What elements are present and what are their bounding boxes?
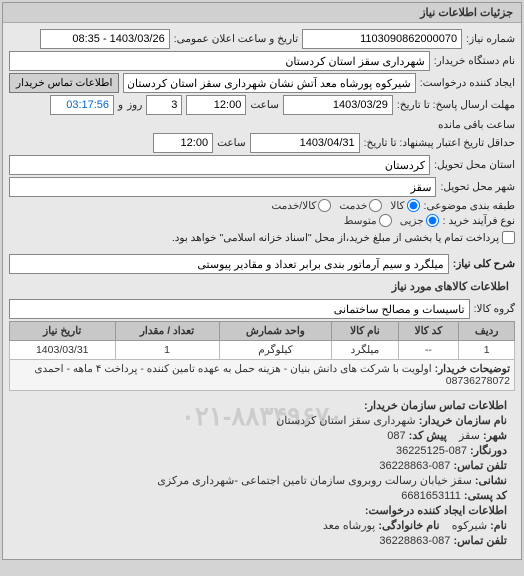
th-row: ردیف [459,322,515,341]
radio-partial[interactable] [426,214,439,227]
radio-goods-service-label[interactable]: کالا/خدمت [271,199,331,212]
table-row[interactable]: 1 -- میلگرد کیلوگرم 1 1403/03/31 [10,341,515,360]
prefix-value: 087 [387,430,405,442]
radio-service-text: خدمت [339,200,367,212]
city-label: شهر: [483,430,507,442]
goods-table: ردیف کد کالا نام کالا واحد شمارش تعداد /… [9,321,515,391]
buyer-remarks-label: توضیحات خریدار: [435,363,510,375]
subject-class-label: طبقه بندی موضوعی: [424,200,515,212]
purchase-note-text: پرداخت تمام یا بخشی از مبلغ خرید،از محل … [172,232,499,244]
purchase-type-radios: جزیی متوسط [344,214,439,227]
hour-label-1: ساعت [250,99,279,111]
goods-group-input[interactable] [9,299,470,319]
req-family-value: پورشاه معد [323,520,375,532]
radio-partial-text: جزیی [400,215,424,227]
remaining-time-input [50,95,114,115]
requester-info-title: اطلاعات ایجاد کننده درخواست: [365,505,507,517]
buyer-device-label: نام دستگاه خریدار: [434,55,515,67]
public-datetime-label: تاریخ و ساعت اعلان عمومی: [174,33,298,45]
form-body: شماره نیاز: تاریخ و ساعت اعلان عمومی: نا… [3,23,521,559]
need-number-label: شماره نیاز: [466,33,515,45]
table-header-row: ردیف کد کالا نام کالا واحد شمارش تعداد /… [10,322,515,341]
radio-service[interactable] [369,199,382,212]
phone-label: تلفن تماس: [453,460,507,472]
response-deadline-label: مهلت ارسال پاسخ: تا تاریخ: [397,99,515,111]
postal-value: 6681653111 [401,490,461,502]
radio-medium-text: متوسط [344,215,377,227]
need-desc-label: شرح کلی نیاز: [453,258,515,270]
purchase-note-checkbox[interactable] [502,231,515,244]
td-qty: 1 [115,341,219,360]
city-value: سقز [459,430,480,442]
delivery-province-input[interactable] [9,155,430,175]
th-code: کد کالا [398,322,459,341]
address-label: نشانی: [475,475,507,487]
validity-label: حداقل تاریخ اعتبار پیشنهاد: تا تاریخ: [364,137,515,149]
req-name-label: نام: [490,520,507,532]
org-name-label: نام سازمان خریدار: [419,415,507,427]
goods-info-title: اطلاعات کالاهای مورد نیاز [9,276,515,297]
td-code: -- [398,341,459,360]
and-label: و [118,99,123,111]
postal-label: کد پستی: [464,490,507,502]
radio-goods-service-text: کالا/خدمت [271,200,316,212]
radio-goods-service[interactable] [318,199,331,212]
contact-info-title: اطلاعات تماس سازمان خریدار: [364,400,507,412]
remarks-row: توضیحات خریدار: اولویت با شرکت های دانش … [10,360,515,391]
remaining-label: ساعت باقی مانده [438,119,515,131]
panel-title: جزئیات اطلاعات نیاز [3,3,521,23]
radio-medium[interactable] [379,214,392,227]
req-phone-label: تلفن تماس: [453,535,507,547]
prefix-label: پیش کد: [409,430,447,442]
response-hour-input[interactable] [186,95,246,115]
radio-partial-label[interactable]: جزیی [400,214,439,227]
th-name: نام کالا [332,322,398,341]
subject-class-radios: کالا خدمت کالا/خدمت [271,199,419,212]
purchase-note-wrap[interactable]: پرداخت تمام یا بخشی از مبلغ خرید،از محل … [172,231,515,244]
fax-label: دورنگار: [470,445,507,457]
validity-date-input[interactable] [250,133,360,153]
validity-hour-input[interactable] [153,133,213,153]
response-date-input[interactable] [283,95,393,115]
buyer-device-input[interactable] [9,51,430,71]
radio-goods[interactable] [407,199,420,212]
req-name-value: شیرکوه [452,520,487,532]
purchase-type-label: نوع فرآیند خرید : [443,215,515,227]
goods-group-label: گروه کالا: [474,303,515,315]
requester-input[interactable] [123,73,415,93]
td-date: 1403/03/31 [10,341,116,360]
phone-value: 087-36228863 [379,460,450,472]
delivery-city-label: شهر محل تحویل: [440,181,515,193]
need-number-input[interactable] [302,29,462,49]
public-datetime-input[interactable] [40,29,170,49]
req-family-label: نام خانوادگی: [378,520,439,532]
req-phone-value: 087-36228863 [379,535,450,547]
address-value: سقز خیابان رسالت روبروی سازمان تامین اجت… [157,475,472,487]
delivery-province-label: استان محل تحویل: [434,159,515,171]
radio-medium-label[interactable]: متوسط [344,214,392,227]
delivery-city-input[interactable] [9,177,436,197]
radio-service-label[interactable]: خدمت [339,199,382,212]
requester-label: ایجاد کننده درخواست: [420,77,515,89]
th-qty: تعداد / مقدار [115,322,219,341]
td-unit: کیلوگرم [219,341,332,360]
th-date: تاریخ نیاز [10,322,116,341]
need-desc-input[interactable] [9,254,449,274]
contact-section: ۰۲۱-۸۸۳۴۹۶۷۰ اطلاعات تماس سازمان خریدار:… [9,391,515,555]
th-unit: واحد شمارش [219,322,332,341]
remaining-days-input[interactable] [146,95,182,115]
hour-label-2: ساعت [217,137,246,149]
td-row: 1 [459,341,515,360]
radio-goods-label[interactable]: کالا [390,199,419,212]
radio-goods-text: کالا [390,200,404,212]
buyer-contact-button[interactable]: اطلاعات تماس خریدار [9,73,119,93]
details-panel: جزئیات اطلاعات نیاز شماره نیاز: تاریخ و … [2,2,522,560]
org-name-value: شهرداری سقز استان کردستان [276,415,415,427]
td-name: میلگرد [332,341,398,360]
fax-value: 087-36225125 [396,445,467,457]
day-label: روز [127,99,142,111]
